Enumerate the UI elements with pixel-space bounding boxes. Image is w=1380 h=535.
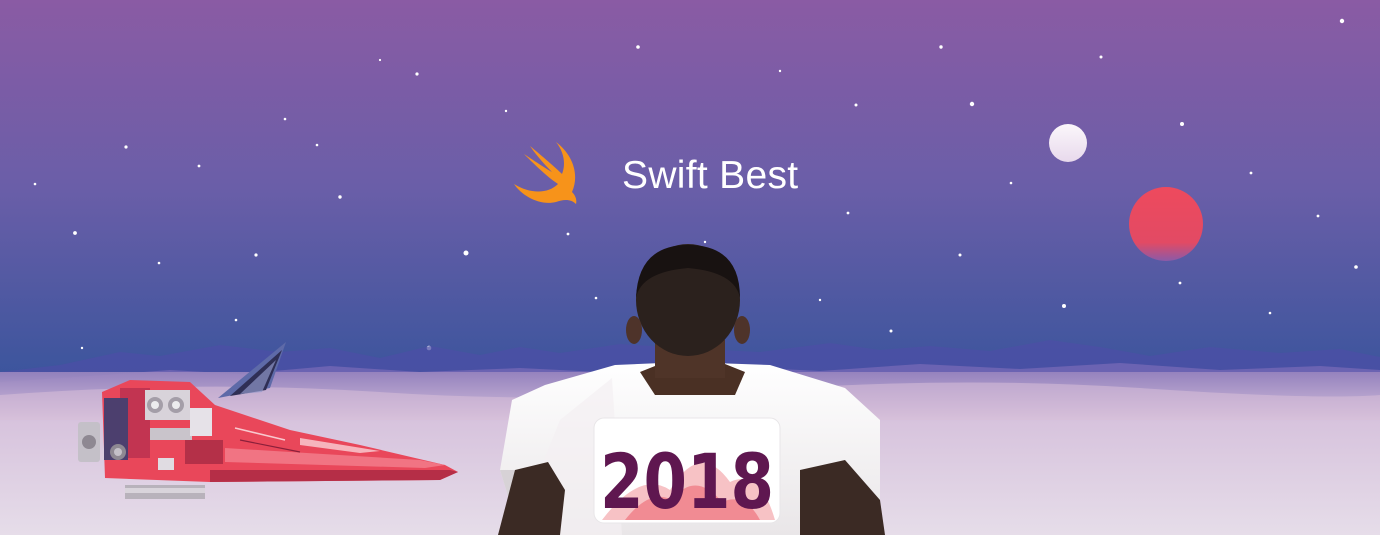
swift-bird-icon <box>514 142 577 204</box>
year-badge-text: 2018 <box>600 437 774 526</box>
space-scene-illustration: 2018 <box>0 0 1380 535</box>
hero-banner: 2018 Swift Best <box>0 0 1380 535</box>
page-title: Swift Best <box>622 154 799 197</box>
red-planet <box>1129 187 1203 261</box>
year-patch: 2018 <box>593 417 781 526</box>
white-moon <box>1049 124 1087 162</box>
